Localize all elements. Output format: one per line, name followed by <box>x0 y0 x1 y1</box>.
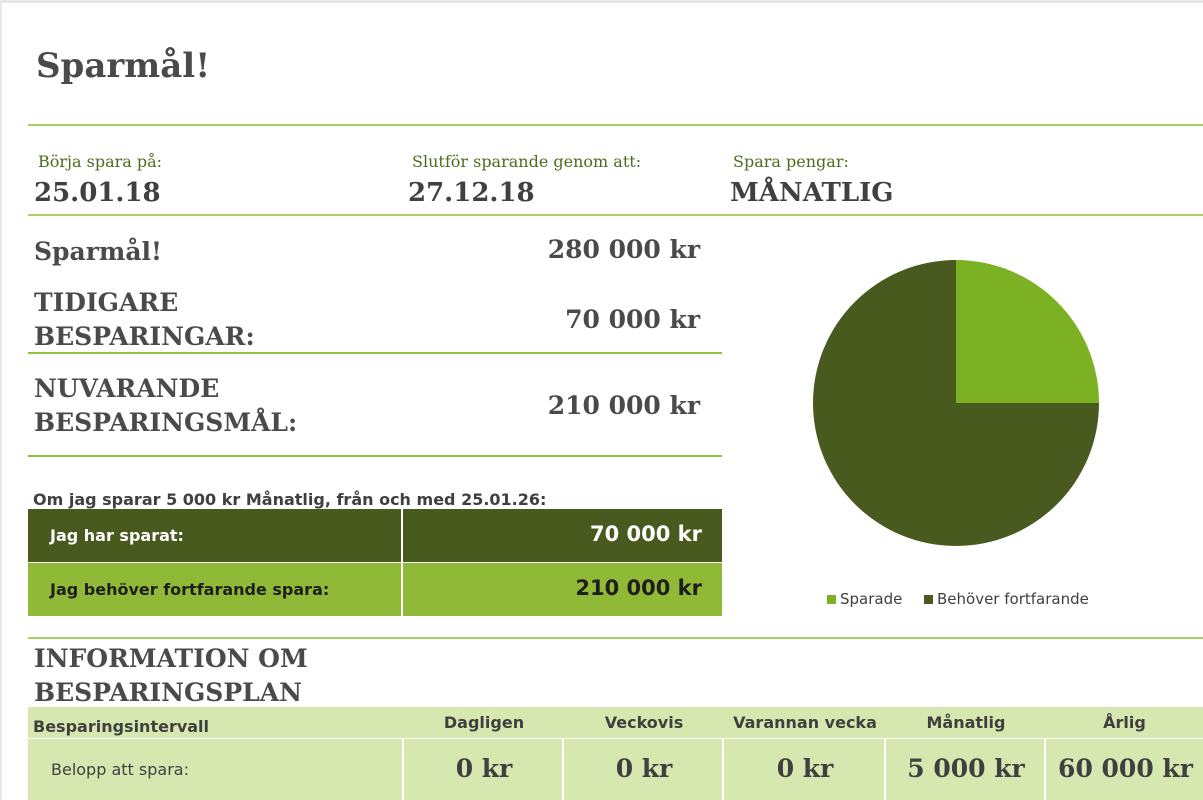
divider-top <box>28 124 1203 126</box>
need-row-label-cell: Jag behöver fortfarande spara: <box>28 563 403 616</box>
legend-item-behover: Behöver fortfarande <box>924 590 1089 608</box>
plan-cell-manatlig: 5 000 kr <box>884 739 1046 800</box>
current-goal-label-line1: NUVARANDE <box>34 374 220 403</box>
info-section-title: INFORMATION OM BESPARINGSPLAN <box>34 642 308 710</box>
goal-value[interactable]: 280 000 kr <box>440 235 700 264</box>
frequency-value[interactable]: MÅNATLIG <box>730 178 893 208</box>
plan-amount-row: Belopp att spara: 0 kr 0 kr 0 kr 5 000 k… <box>28 739 1203 800</box>
plan-header-row: Besparingsintervall Dagligen Veckovis Va… <box>28 707 1203 738</box>
previous-savings-label-line2: BESPARINGAR: <box>34 322 255 351</box>
plan-value-dagligen: 0 kr <box>455 754 513 783</box>
legend-label-behover: Behöver fortfarande <box>937 590 1089 608</box>
plan-col-veckovis: Veckovis <box>604 713 684 732</box>
frequency-label: Spara pengar: <box>733 152 849 171</box>
current-goal-label: NUVARANDE BESPARINGSMÅL: <box>34 372 297 440</box>
info-title-line1: INFORMATION OM <box>34 644 308 673</box>
legend-label-sparade: Sparade <box>840 590 903 608</box>
plan-value-manatlig: 5 000 kr <box>907 754 1025 783</box>
end-date-value[interactable]: 27.12.18 <box>408 178 535 208</box>
sheet-top-border <box>0 0 1203 3</box>
previous-savings-value[interactable]: 70 000 kr <box>440 305 700 334</box>
savings-summary-sentence: Om jag sparar 5 000 kr Månatlig, från oc… <box>33 490 547 509</box>
plan-col-manatlig: Månatlig <box>926 713 1006 732</box>
saved-row-label: Jag har sparat: <box>50 526 184 545</box>
previous-savings-label-line1: TIDIGARE <box>34 288 179 317</box>
current-goal-value: 210 000 kr <box>547 391 700 420</box>
divider-dates <box>28 214 1203 216</box>
legend-swatch-sparade <box>827 594 836 604</box>
legend-item-sparade: Sparade <box>827 590 902 608</box>
end-date-label: Slutför sparande genom att: <box>412 152 642 171</box>
plan-value-veckovis: 0 kr <box>615 754 673 783</box>
sheet-left-border <box>0 0 2 800</box>
savings-pie-chart <box>813 260 1099 546</box>
goal-label: Sparmål! <box>34 237 163 266</box>
plan-cell-dagligen: 0 kr <box>402 739 564 800</box>
start-date-value[interactable]: 25.01.18 <box>34 178 161 208</box>
plan-row-label: Belopp att spara: <box>51 760 189 779</box>
plan-col-varannan: Varannan vecka <box>733 713 877 732</box>
divider-current <box>28 455 722 457</box>
previous-savings-label: TIDIGARE BESPARINGAR: <box>34 286 255 354</box>
need-row-label: Jag behöver fortfarande spara: <box>50 580 330 599</box>
need-row: Jag behöver fortfarande spara: 210 000 k… <box>28 563 722 616</box>
plan-cell-arlig: 60 000 kr <box>1044 739 1203 800</box>
pie-slice-sparade <box>956 260 1099 403</box>
plan-cell-varannan: 0 kr <box>722 739 886 800</box>
plan-row-header: Besparingsintervall <box>33 717 210 736</box>
need-row-value: 210 000 kr <box>575 576 702 600</box>
info-title-line2: BESPARINGSPLAN <box>34 678 302 707</box>
plan-col-dagligen: Dagligen <box>443 713 525 732</box>
saved-row-value: 70 000 kr <box>589 522 702 546</box>
divider-previous <box>28 352 722 354</box>
plan-cell-veckovis: 0 kr <box>562 739 724 800</box>
plan-value-varannan: 0 kr <box>776 754 834 783</box>
current-goal-label-line2: BESPARINGSMÅL: <box>34 408 298 437</box>
saved-row: Jag har sparat: 70 000 kr <box>28 509 722 562</box>
legend-swatch-behover <box>924 594 933 604</box>
divider-info <box>28 637 1203 639</box>
plan-value-arlig: 60 000 kr <box>1058 754 1193 783</box>
plan-col-arlig: Årlig <box>1103 713 1146 732</box>
page-title: Sparmål! <box>36 46 211 86</box>
saved-row-label-cell: Jag har sparat: <box>28 509 403 562</box>
start-date-label: Börja spara på: <box>38 152 163 171</box>
